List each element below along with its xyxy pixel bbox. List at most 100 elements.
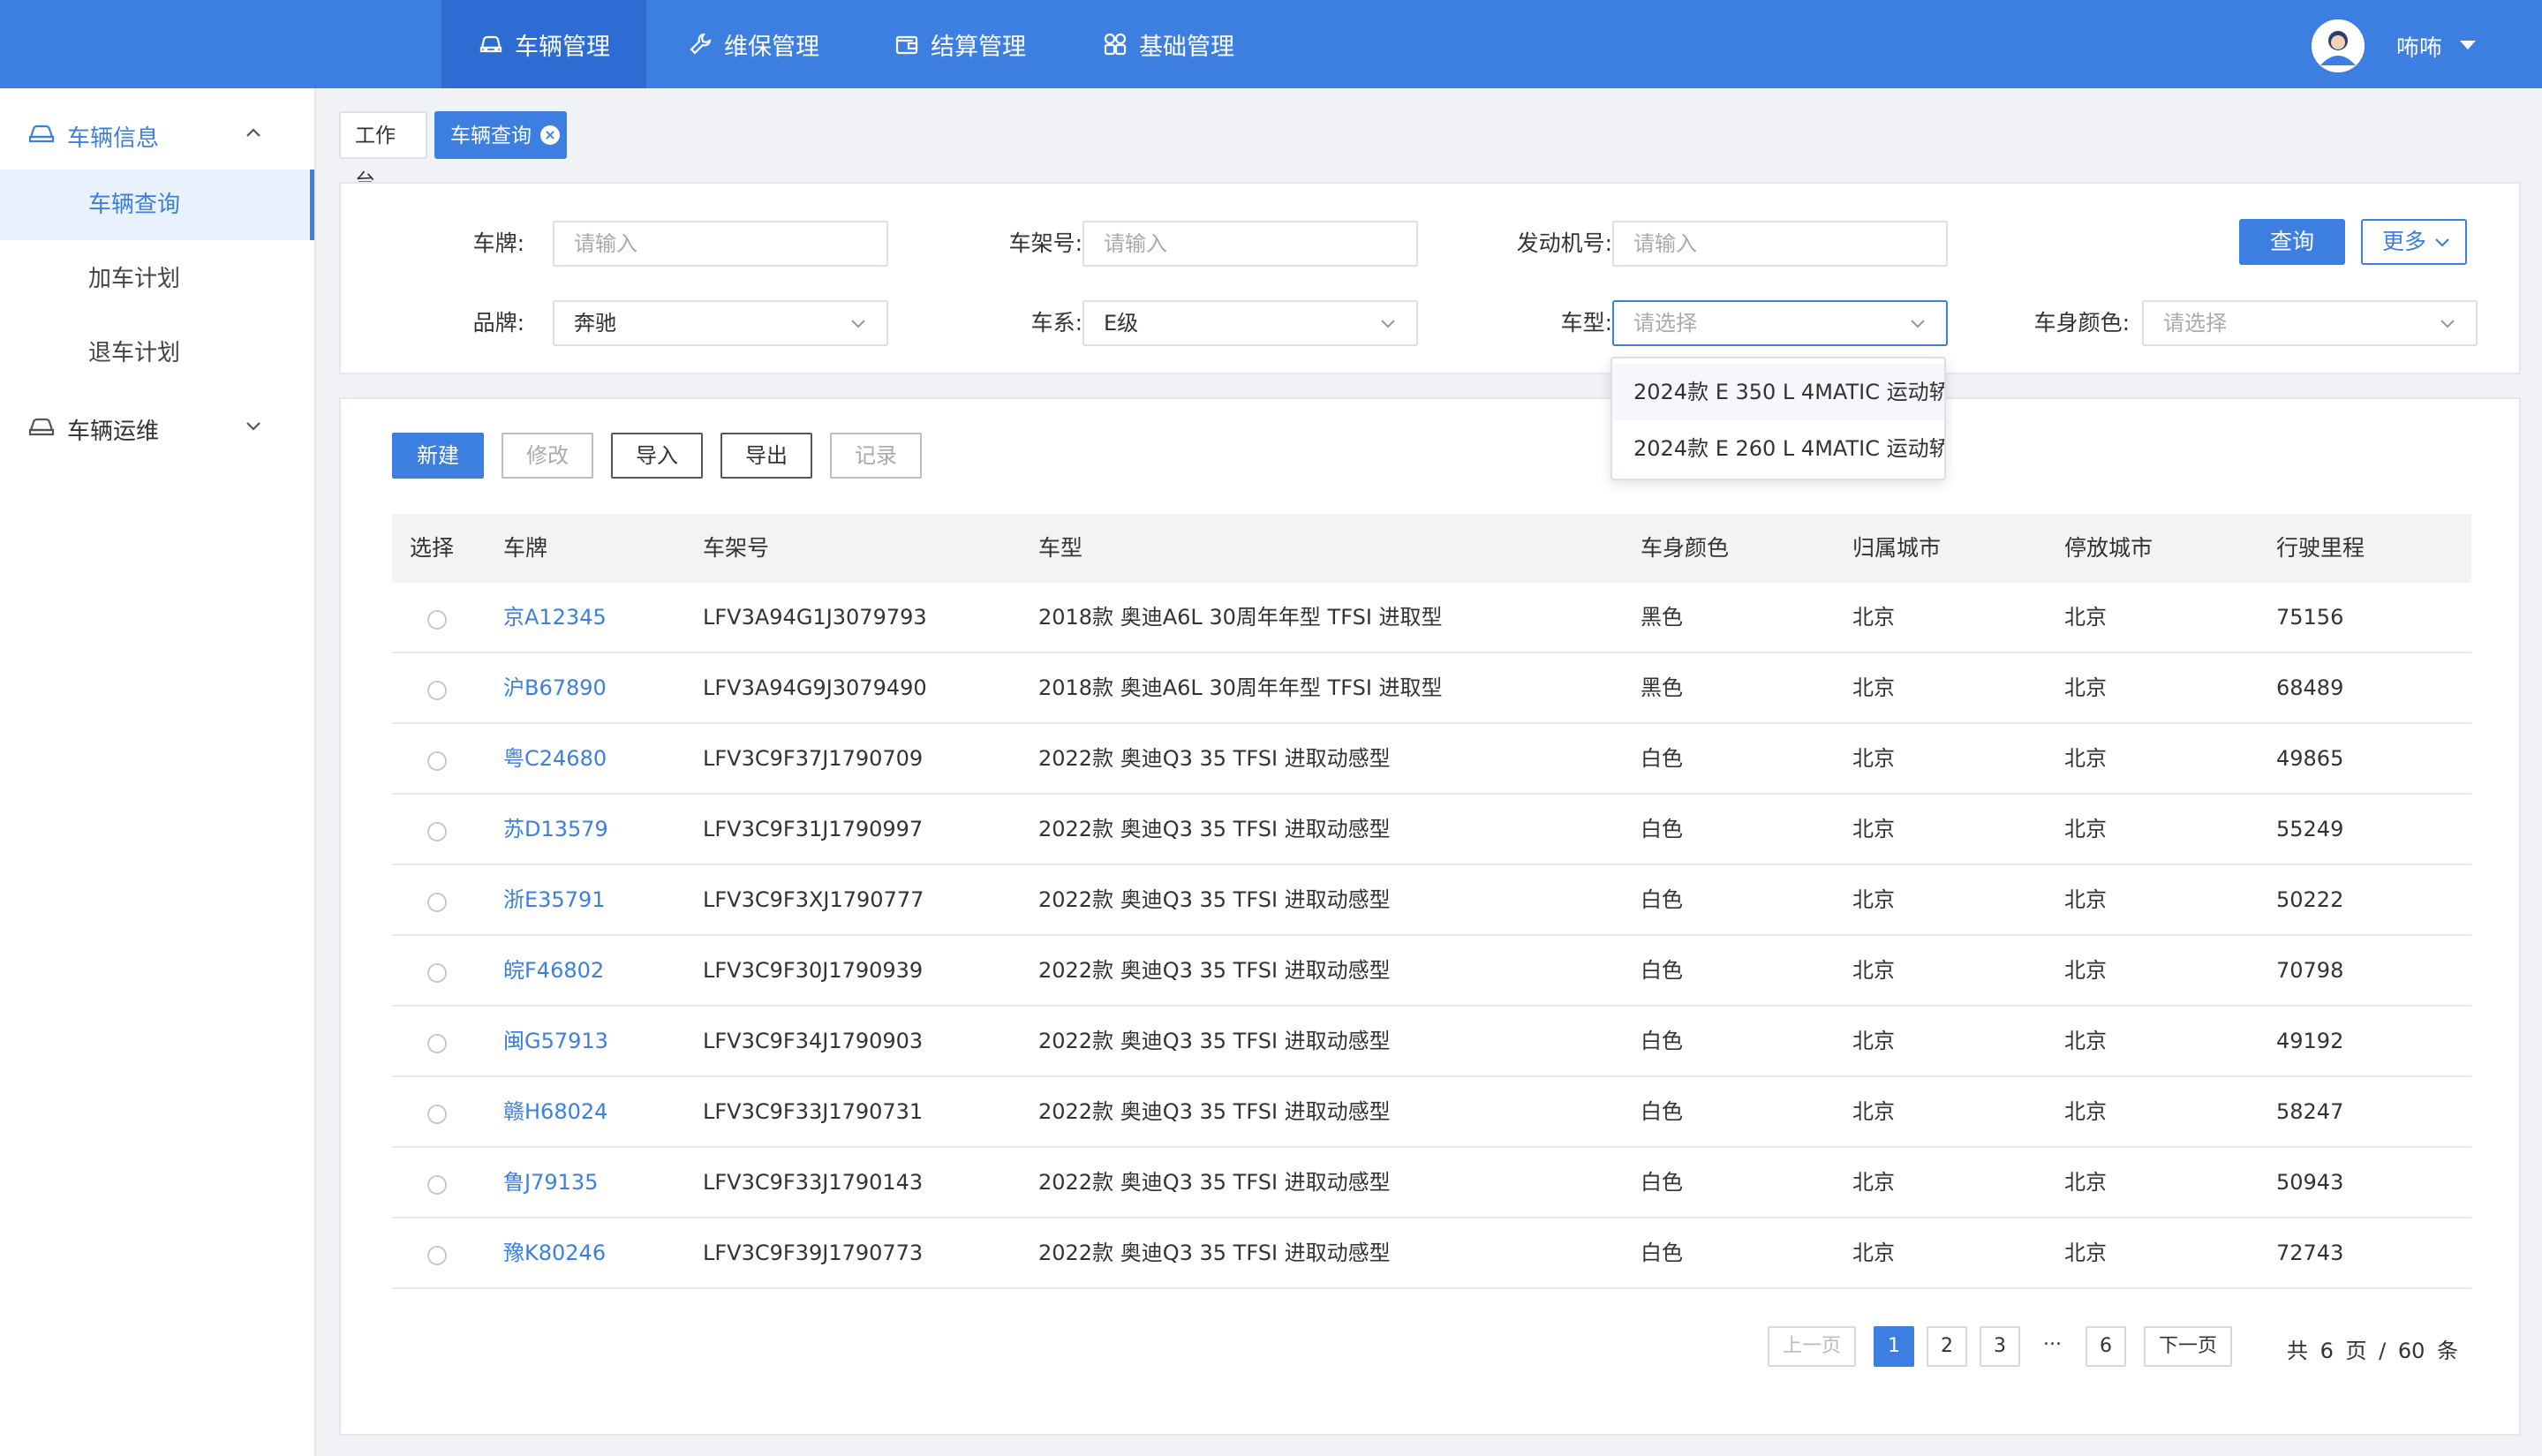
plate-cell[interactable]: 豫K80246 [503, 1218, 606, 1287]
home-city-cell: 北京 [1852, 1099, 1895, 1124]
plate-cell[interactable]: 赣H68024 [503, 1077, 607, 1146]
model-cell: 2022款 奥迪Q3 35 TFSI 进取动感型 [1038, 746, 1391, 771]
nav-vehicle-management[interactable]: 车辆管理 [441, 0, 646, 88]
plate-cell[interactable]: 粤C24680 [503, 724, 607, 793]
import-button[interactable]: 导入 [611, 433, 703, 479]
sidebar-group-vehicle-info[interactable]: 车辆信息 [0, 99, 314, 170]
page-button[interactable]: 2 [1927, 1326, 1967, 1367]
table-row[interactable]: 赣H68024 LFV3C9F33J1790731 2022款 奥迪Q3 35 TF… [392, 1077, 2471, 1148]
home-city-cell: 北京 [1852, 1029, 1895, 1053]
row-select-radio[interactable] [427, 610, 447, 630]
color-label: 车身颜色: [2033, 310, 2130, 336]
table-row[interactable]: 粤C24680 LFV3C9F37J1790709 2022款 奥迪Q3 35 TF… [392, 724, 2471, 795]
table-row[interactable]: 鲁J79135 LFV3C9F33J1790143 2022款 奥迪Q3 35 TF… [392, 1148, 2471, 1218]
engine-input[interactable]: 请输入 [1612, 221, 1948, 267]
row-select-radio[interactable] [427, 1175, 447, 1195]
plate-cell[interactable]: 浙E35791 [503, 865, 606, 934]
home-city-cell: 北京 [1852, 958, 1895, 983]
row-select-radio[interactable] [427, 1105, 447, 1124]
color-cell: 白色 [1641, 1029, 1683, 1053]
nav-settlement-management[interactable]: 结算管理 [894, 0, 1026, 88]
park-city-cell: 北京 [2064, 958, 2107, 983]
prev-page-button[interactable]: 上一页 [1768, 1326, 1856, 1367]
next-page-button[interactable]: 下一页 [2144, 1326, 2232, 1367]
plate-cell[interactable]: 沪B67890 [503, 653, 607, 722]
home-city-cell: 北京 [1852, 887, 1895, 912]
pagination-total: 共 6 页 / 60 条 [2287, 1339, 2459, 1363]
row-select-radio[interactable] [427, 681, 447, 700]
row-select-radio[interactable] [427, 963, 447, 983]
sidebar-item-return-plan[interactable]: 退车计划 [0, 318, 314, 389]
query-button[interactable]: 查询 [2239, 219, 2345, 265]
row-select-radio[interactable] [427, 893, 447, 912]
home-city-cell: 北京 [1852, 746, 1895, 771]
row-select-radio[interactable] [427, 822, 447, 841]
plate-cell[interactable]: 闽G57913 [503, 1007, 608, 1075]
vin-cell: LFV3C9F3XJ1790777 [703, 887, 924, 912]
plate-cell[interactable]: 皖F46802 [503, 936, 604, 1005]
mileage-cell: 75156 [2276, 605, 2344, 630]
vin-cell: LFV3C9F33J1790731 [703, 1099, 924, 1124]
color-cell: 白色 [1641, 817, 1683, 841]
vin-input[interactable]: 请输入 [1082, 221, 1418, 267]
table-row[interactable]: 苏D13579 LFV3C9F31J1790997 2022款 奥迪Q3 35 TF… [392, 795, 2471, 865]
plate-cell[interactable]: 苏D13579 [503, 795, 608, 864]
nav-label: 基础管理 [1139, 33, 1234, 61]
user-name[interactable]: 咘咘 [2396, 30, 2442, 63]
park-city-cell: 北京 [2064, 746, 2107, 771]
mileage-cell: 72743 [2276, 1241, 2344, 1265]
new-button[interactable]: 新建 [392, 433, 484, 479]
model-placeholder: 请选择 [1633, 311, 1697, 336]
color-select[interactable]: 请选择 [2142, 300, 2478, 346]
row-select-radio[interactable] [427, 1034, 447, 1053]
vin-cell: LFV3C9F31J1790997 [703, 817, 924, 841]
park-city-cell: 北京 [2064, 887, 2107, 912]
column-header: 行驶里程 [2276, 535, 2365, 561]
tab-vehicle-query[interactable]: 车辆查询 × [434, 111, 567, 159]
color-cell: 白色 [1641, 1170, 1683, 1195]
vin-cell: LFV3C9F37J1790709 [703, 746, 924, 771]
nav-maintenance-management[interactable]: 维保管理 [687, 0, 819, 88]
sidebar-item-add-plan[interactable]: 加车计划 [0, 244, 314, 314]
table-row[interactable]: 京A12345 LFV3A94G1J3079793 2018款 奥迪A6L 30周年… [392, 583, 2471, 653]
page-button[interactable]: 3 [1980, 1326, 2020, 1367]
sidebar-group-vehicle-ops[interactable]: 车辆运维 [0, 392, 314, 463]
model-select[interactable]: 请选择 [1612, 300, 1948, 346]
log-button[interactable]: 记录 [830, 433, 922, 479]
sidebar-item-vehicle-query[interactable]: 车辆查询 [0, 170, 314, 240]
plate-cell[interactable]: 京A12345 [503, 583, 607, 652]
home-city-cell: 北京 [1852, 605, 1895, 630]
brand-select[interactable]: 奔驰 [553, 300, 888, 346]
plate-cell[interactable]: 鲁J79135 [503, 1148, 598, 1217]
table-row[interactable]: 闽G57913 LFV3C9F34J1790903 2022款 奥迪Q3 35 TF… [392, 1007, 2471, 1077]
more-button[interactable]: 更多 [2361, 219, 2467, 265]
park-city-cell: 北京 [2064, 1241, 2107, 1265]
row-select-radio[interactable] [427, 1246, 447, 1265]
table-row[interactable]: 皖F46802 LFV3C9F30J1790939 2022款 奥迪Q3 35 TF… [392, 936, 2471, 1007]
page-button[interactable]: 1 [1874, 1326, 1914, 1367]
chevron-down-icon [1381, 320, 1395, 328]
column-header: 车架号 [703, 535, 770, 561]
user-avatar-icon[interactable] [2312, 19, 2365, 72]
nav-basic-management[interactable]: 基础管理 [1102, 0, 1234, 88]
row-select-radio[interactable] [427, 751, 447, 771]
page-button[interactable]: 6 [2086, 1326, 2126, 1367]
filter-panel: 车牌: 请输入 车架号: 请输入 发动机号: 请输入 查询 更多 品牌: 奔驰 … [339, 182, 2521, 374]
edit-button[interactable]: 修改 [502, 433, 593, 479]
caret-down-icon[interactable] [2460, 41, 2476, 49]
table-row[interactable]: 浙E35791 LFV3C9F3XJ1790777 2022款 奥迪Q3 35 TF… [392, 865, 2471, 936]
color-cell: 白色 [1641, 746, 1683, 771]
export-button[interactable]: 导出 [720, 433, 812, 479]
column-header: 车身颜色 [1641, 535, 1730, 561]
model-option[interactable]: 2024款 E 350 L 4MATIC 运动轿车 [1612, 364, 1944, 420]
table-row[interactable]: 沪B67890 LFV3A94G9J3079490 2018款 奥迪A6L 30周年… [392, 653, 2471, 724]
series-select[interactable]: E级 [1082, 300, 1418, 346]
model-dropdown: 2024款 E 350 L 4MATIC 运动轿车 2024款 E 260 L … [1610, 357, 1946, 480]
plate-input[interactable]: 请输入 [553, 221, 888, 267]
color-placeholder: 请选择 [2163, 311, 2227, 336]
tab-workbench[interactable]: 工作台 [339, 111, 427, 193]
tab-label: 车辆查询 [450, 124, 532, 147]
close-icon[interactable]: × [540, 125, 560, 145]
model-option[interactable]: 2024款 E 260 L 4MATIC 运动轿车 [1612, 420, 1944, 477]
table-row[interactable]: 豫K80246 LFV3C9F39J1790773 2022款 奥迪Q3 35 TF… [392, 1218, 2471, 1289]
